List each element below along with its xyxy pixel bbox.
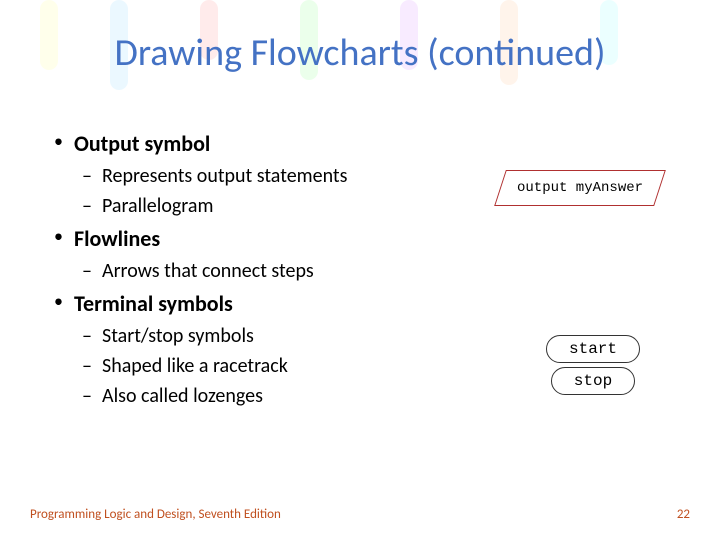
stop-lozenge: stop [551, 367, 635, 395]
terminal-symbols-diagram: start stop [546, 335, 640, 399]
bullet-label: Flowlines [74, 225, 160, 252]
bullet-label: Terminal symbols [74, 290, 233, 317]
output-symbol-text: output myAnswer [517, 180, 643, 196]
slide-title: Drawing Flowcharts (continued) [0, 30, 720, 76]
parallelogram-icon: output myAnswer [500, 170, 660, 206]
bullet-label: Output symbol [74, 130, 210, 157]
sub-item: Arrows that connect steps [74, 256, 670, 286]
slide-footer: Programming Logic and Design, Seventh Ed… [30, 507, 690, 522]
bullet-flowlines: Flowlines Arrows that connect steps [50, 225, 670, 286]
start-lozenge: start [546, 335, 640, 363]
page-number: 22 [677, 507, 690, 522]
footer-text: Programming Logic and Design, Seventh Ed… [30, 507, 281, 522]
